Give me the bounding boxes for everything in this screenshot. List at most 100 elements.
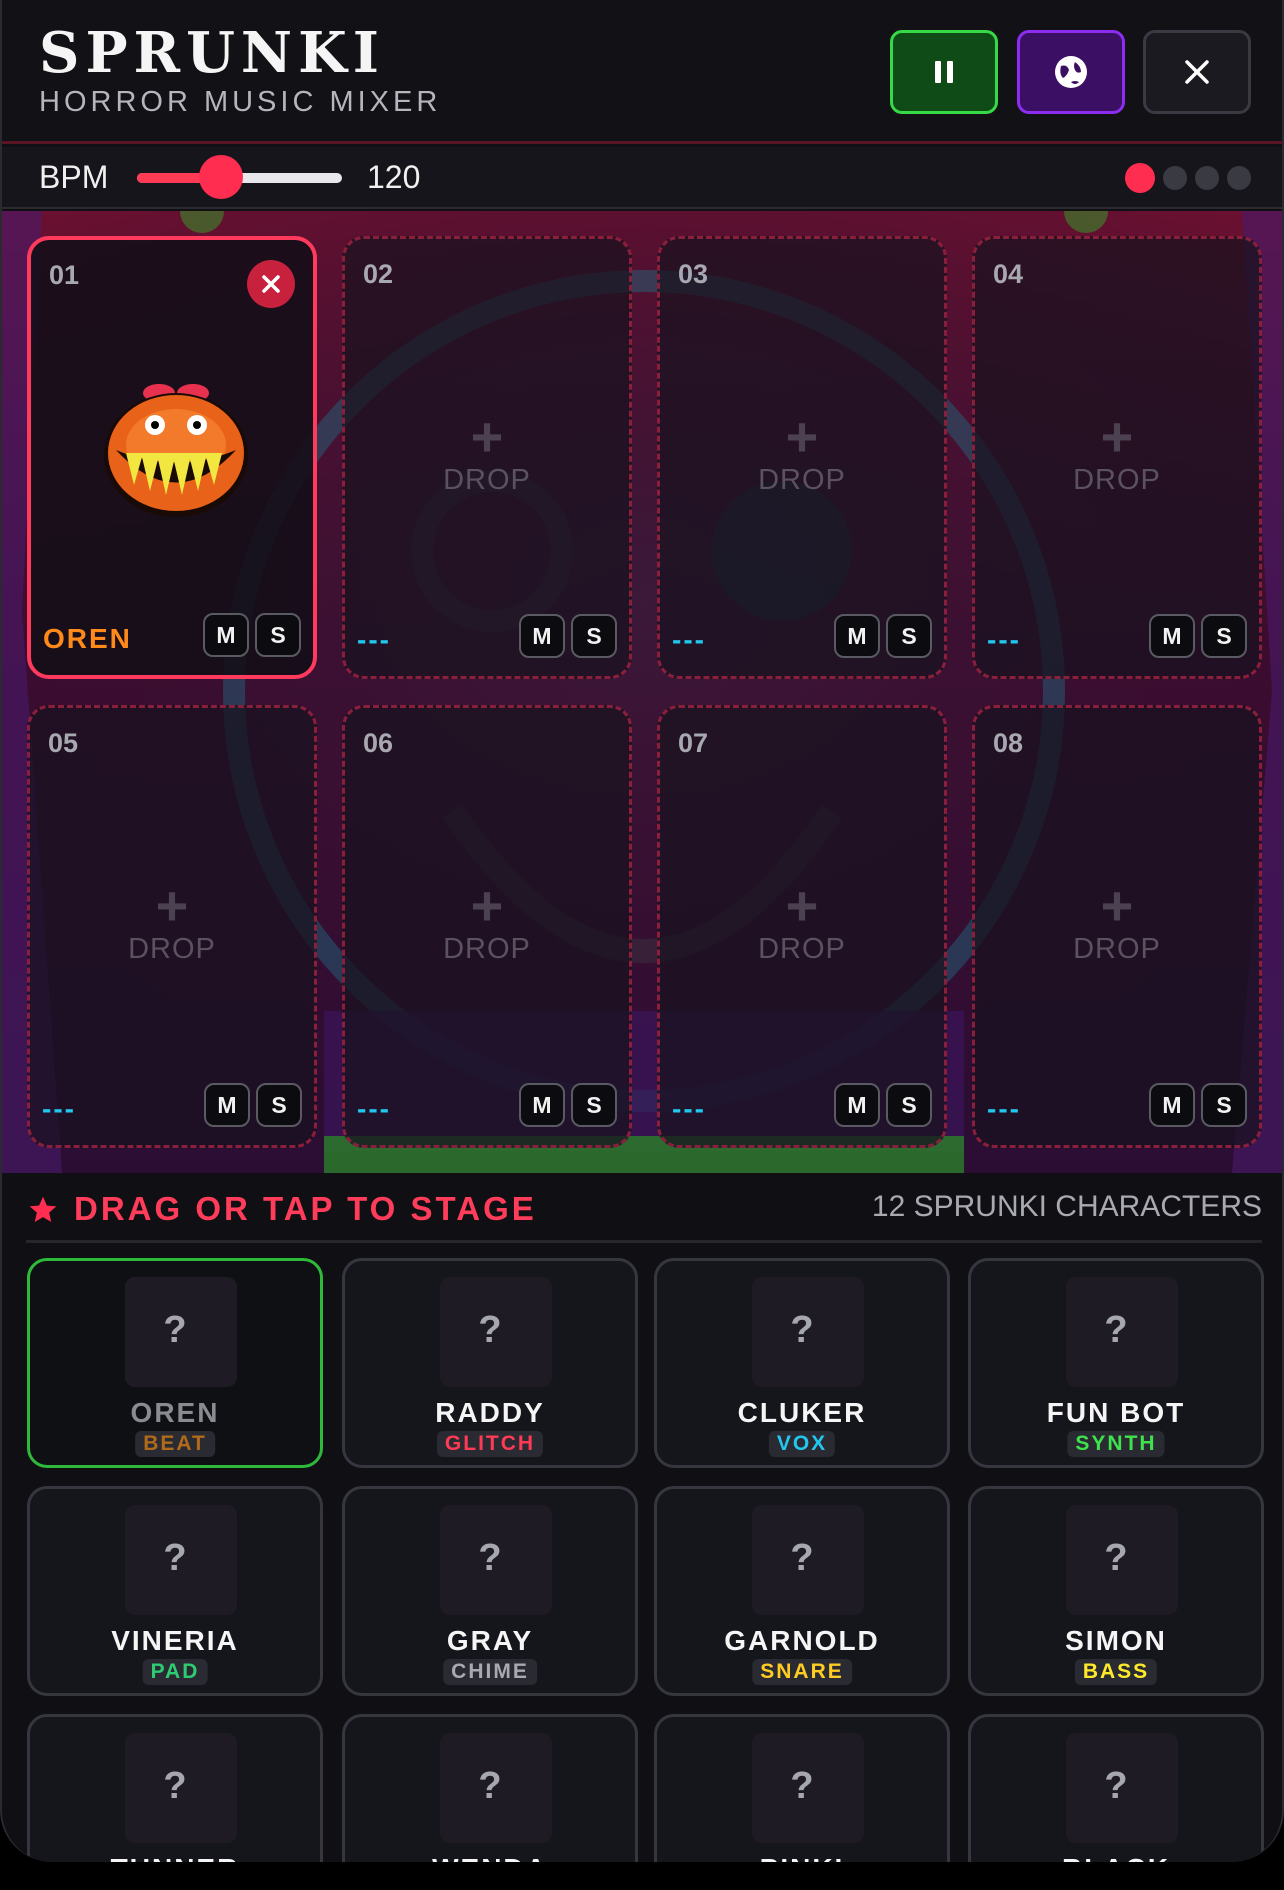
slot-number: 06 — [363, 728, 394, 758]
character-name: OREN — [130, 1397, 220, 1428]
drop-label: DROP — [1073, 933, 1161, 965]
character-card-pinki[interactable]: ? PINKI — [654, 1714, 950, 1862]
app-title: SPRUNKI — [39, 20, 385, 86]
pause-button[interactable] — [890, 30, 998, 114]
character-name: FUN BOT — [1046, 1397, 1186, 1428]
slot-character-name: --- — [357, 624, 391, 655]
character-card-oren[interactable]: ? OREN BEAT — [27, 1258, 323, 1468]
character-name: SIMON — [1065, 1625, 1167, 1656]
slot-number: 03 — [678, 259, 709, 289]
slot-character-name: --- — [672, 624, 706, 655]
header: SPRUNKI HORROR MUSIC MIXER — [2, 0, 1282, 144]
remove-slot-button[interactable] — [247, 260, 295, 308]
drop-label: DROP — [128, 933, 216, 965]
character-name: WENDA — [345, 1853, 635, 1862]
solo-button[interactable]: S — [256, 1083, 302, 1127]
character-name: GARNOLD — [724, 1625, 880, 1656]
close-icon — [1185, 60, 1209, 84]
stage-slot-01[interactable]: 01 OREN M S — [27, 236, 317, 679]
stage-slot-06[interactable]: 06 + DROP --- M S — [342, 705, 632, 1148]
library-title: DRAG OR TAP TO STAGE — [74, 1190, 537, 1227]
character-name: CLUKER — [737, 1397, 867, 1428]
character-card-tunner[interactable]: ? TUNNER — [27, 1714, 323, 1862]
character-card-garnold[interactable]: ? GARNOLD SNARE — [654, 1486, 950, 1696]
question-mark-icon: ? — [478, 1309, 502, 1351]
solo-button[interactable]: S — [1201, 614, 1247, 658]
character-tag: CHIME — [443, 1659, 537, 1685]
character-name: RADDY — [435, 1397, 545, 1428]
question-mark-icon: ? — [163, 1537, 187, 1579]
mute-button[interactable]: M — [1149, 614, 1195, 658]
drop-label: DROP — [758, 464, 846, 496]
slot-character-name: --- — [42, 1093, 76, 1124]
plus-icon: + — [1100, 874, 1134, 937]
slot-number: 05 — [48, 728, 79, 758]
character-card-raddy[interactable]: ? RADDY GLITCH — [342, 1258, 638, 1468]
plus-icon: + — [785, 874, 819, 937]
app-window: SPRUNKI HORROR MUSIC MIXER BPM 120 01 OR… — [0, 0, 1284, 1862]
slot-character-name: OREN — [43, 623, 132, 654]
question-mark-icon: ? — [790, 1309, 814, 1351]
bpm-label: BPM — [39, 159, 109, 195]
stage-slot-04[interactable]: 04 + DROP --- M S — [972, 236, 1262, 679]
plus-icon: + — [155, 874, 189, 937]
library-divider — [26, 1240, 1262, 1243]
slot-character-name: --- — [987, 1093, 1021, 1124]
character-tag: BEAT — [135, 1431, 215, 1457]
mute-button[interactable]: M — [519, 1083, 565, 1127]
solo-button[interactable]: S — [1201, 1083, 1247, 1127]
character-tag: BASS — [1074, 1659, 1158, 1685]
page-indicator — [1125, 163, 1251, 193]
bpm-slider-thumb[interactable] — [199, 155, 244, 199]
character-card-fun-bot[interactable]: ? FUN BOT SYNTH — [968, 1258, 1264, 1468]
globe-button[interactable] — [1017, 30, 1125, 114]
question-mark-icon: ? — [790, 1765, 814, 1807]
drop-label: DROP — [1073, 464, 1161, 496]
solo-button[interactable]: S — [886, 614, 932, 658]
slot-number: 07 — [678, 728, 709, 758]
question-mark-icon: ? — [1104, 1765, 1128, 1807]
mute-button[interactable]: M — [519, 614, 565, 658]
question-mark-icon: ? — [478, 1765, 502, 1807]
stage-slot-03[interactable]: 03 + DROP --- M S — [657, 236, 947, 679]
character-card-black[interactable]: ? BLACK — [968, 1714, 1264, 1862]
mute-button[interactable]: M — [204, 1083, 250, 1127]
character-card-vineria[interactable]: ? VINERIA PAD — [27, 1486, 323, 1696]
mute-button[interactable]: M — [834, 1083, 880, 1127]
stage-slot-05[interactable]: 05 + DROP --- M S — [27, 705, 317, 1148]
character-tag: SYNTH — [1067, 1431, 1165, 1457]
close-button[interactable] — [1143, 30, 1251, 114]
slot-character-name: --- — [357, 1093, 391, 1124]
character-card-cluker[interactable]: ? CLUKER VOX — [654, 1258, 950, 1468]
character-card-wenda[interactable]: ? WENDA — [342, 1714, 638, 1862]
character-name: PINKI — [657, 1853, 947, 1862]
stage: 01 OREN M S 02 + DROP --- M S 03 + DROP --- M S 04 + DROP -… — [2, 211, 1282, 1173]
character-name: VINERIA — [111, 1625, 239, 1656]
page-dot[interactable] — [1163, 166, 1187, 190]
library-count: 12 SPRUNKI CHARACTERS — [871, 1190, 1262, 1223]
stage-slot-08[interactable]: 08 + DROP --- M S — [972, 705, 1262, 1148]
drop-label: DROP — [443, 933, 531, 965]
solo-button[interactable]: S — [255, 613, 301, 657]
stage-slot-07[interactable]: 07 + DROP --- M S — [657, 705, 947, 1148]
question-mark-icon: ? — [163, 1309, 187, 1351]
character-tag: PAD — [142, 1659, 208, 1685]
character-card-simon[interactable]: ? SIMON BASS — [968, 1486, 1264, 1696]
question-mark-icon: ? — [163, 1765, 187, 1807]
bpm-bar: BPM 120 — [2, 147, 1282, 209]
stage-slot-02[interactable]: 02 + DROP --- M S — [342, 236, 632, 679]
plus-icon: + — [785, 405, 819, 468]
character-tag: SNARE — [752, 1659, 852, 1685]
solo-button[interactable]: S — [886, 1083, 932, 1127]
mute-button[interactable]: M — [834, 614, 880, 658]
mute-button[interactable]: M — [203, 613, 249, 657]
page-dot[interactable] — [1227, 166, 1251, 190]
question-mark-icon: ? — [1104, 1537, 1128, 1579]
page-dot[interactable] — [1125, 163, 1155, 193]
character-card-gray[interactable]: ? GRAY CHIME — [342, 1486, 638, 1696]
solo-button[interactable]: S — [571, 1083, 617, 1127]
solo-button[interactable]: S — [571, 614, 617, 658]
page-dot[interactable] — [1195, 166, 1219, 190]
mute-button[interactable]: M — [1149, 1083, 1195, 1127]
plus-icon: + — [470, 874, 504, 937]
